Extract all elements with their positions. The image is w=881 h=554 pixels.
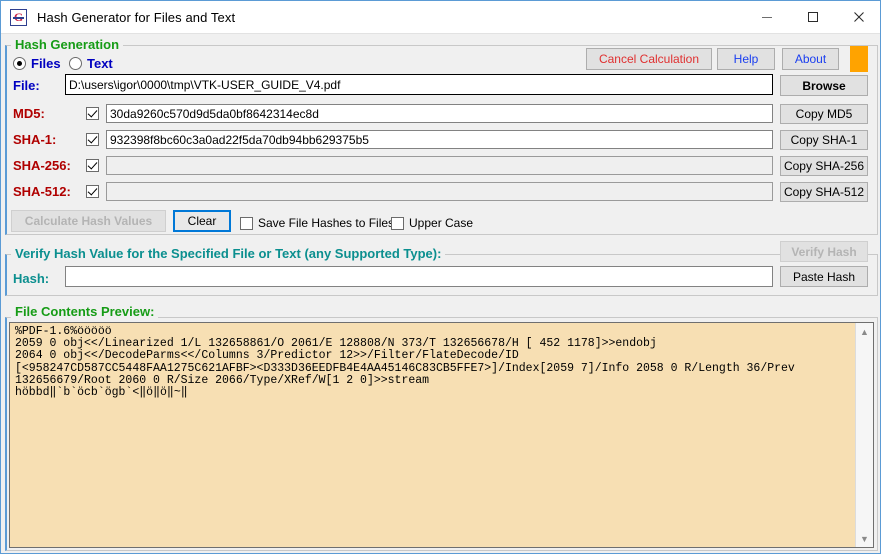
- save-file-hashes-checkbox-row[interactable]: Save File Hashes to Files: [240, 216, 394, 230]
- hash-generation-group-title: Hash Generation: [11, 37, 123, 52]
- file-contents-preview-area[interactable]: %PDF-1.6%ööööö 2059 0 obj<</Linearized 1…: [9, 322, 874, 548]
- save-file-hashes-checkbox[interactable]: [240, 217, 253, 230]
- verify-hash-group-title: Verify Hash Value for the Specified File…: [11, 246, 445, 261]
- copy-md5-button[interactable]: Copy MD5: [780, 104, 868, 124]
- sha512-label: SHA-512:: [13, 184, 71, 199]
- minimize-icon: [761, 11, 773, 23]
- scroll-down-arrow-icon[interactable]: ▼: [856, 530, 873, 547]
- cancel-calculation-button[interactable]: Cancel Calculation: [586, 48, 712, 70]
- sha1-label: SHA-1:: [13, 132, 56, 147]
- paste-hash-button[interactable]: Paste Hash: [780, 266, 868, 287]
- hash-label: Hash:: [13, 271, 49, 286]
- radio-text-indicator: [69, 57, 82, 70]
- radio-files[interactable]: Files: [13, 56, 61, 71]
- sha256-label: SHA-256:: [13, 158, 71, 173]
- sha1-value-input[interactable]: 932398f8bc60c3a0ad22f5da70db94bb629375b5: [106, 130, 773, 149]
- file-label: File:: [13, 78, 40, 93]
- sha512-value-input[interactable]: [106, 182, 773, 201]
- upper-case-checkbox-row[interactable]: Upper Case: [391, 216, 473, 230]
- maximize-icon: [807, 11, 819, 23]
- close-icon: [853, 11, 865, 23]
- about-button[interactable]: About: [782, 48, 839, 70]
- calculate-hash-values-button[interactable]: Calculate Hash Values: [11, 210, 166, 232]
- sha512-checkbox[interactable]: [86, 185, 99, 198]
- help-button[interactable]: Help: [717, 48, 775, 70]
- copy-sha256-button[interactable]: Copy SHA-256: [780, 156, 868, 176]
- radio-text[interactable]: Text: [69, 56, 113, 71]
- titlebar: G Hash Generator for Files and Text: [1, 1, 881, 34]
- hash-generator-window: G Hash Generator for Files and Text: [0, 0, 881, 554]
- file-contents-preview-text: %PDF-1.6%ööööö 2059 0 obj<</Linearized 1…: [15, 326, 853, 399]
- window-controls: [744, 1, 881, 33]
- scroll-up-arrow-icon[interactable]: ▲: [856, 323, 873, 340]
- app-icon: G: [10, 9, 27, 26]
- radio-files-label: Files: [31, 56, 61, 71]
- upper-case-checkbox[interactable]: [391, 217, 404, 230]
- file-path-input[interactable]: D:\users\igor\0000\tmp\VTK-USER_GUIDE_V4…: [65, 74, 773, 95]
- clear-button[interactable]: Clear: [173, 210, 231, 232]
- upper-case-label: Upper Case: [409, 216, 473, 230]
- minimize-button[interactable]: [744, 1, 790, 33]
- preview-scrollbar[interactable]: ▲ ▼: [855, 323, 873, 547]
- verify-hash-input[interactable]: [65, 266, 773, 287]
- radio-files-indicator: [13, 57, 26, 70]
- accent-color-swatch[interactable]: [850, 46, 868, 72]
- save-file-hashes-label: Save File Hashes to Files: [258, 216, 394, 230]
- verify-hash-button[interactable]: Verify Hash: [780, 241, 868, 262]
- sha1-checkbox[interactable]: [86, 133, 99, 146]
- maximize-button[interactable]: [790, 1, 836, 33]
- md5-label: MD5:: [13, 106, 45, 121]
- md5-value-input[interactable]: 30da9260c570d9d5da0bf8642314ec8d: [106, 104, 773, 123]
- close-button[interactable]: [836, 1, 881, 33]
- copy-sha512-button[interactable]: Copy SHA-512: [780, 182, 868, 202]
- radio-text-label: Text: [87, 56, 113, 71]
- sha256-value-input[interactable]: [106, 156, 773, 175]
- md5-checkbox[interactable]: [86, 107, 99, 120]
- file-contents-preview-title: File Contents Preview:: [11, 304, 158, 319]
- browse-button[interactable]: Browse: [780, 75, 868, 96]
- sha256-checkbox[interactable]: [86, 159, 99, 172]
- window-title: Hash Generator for Files and Text: [37, 10, 235, 25]
- copy-sha1-button[interactable]: Copy SHA-1: [780, 130, 868, 150]
